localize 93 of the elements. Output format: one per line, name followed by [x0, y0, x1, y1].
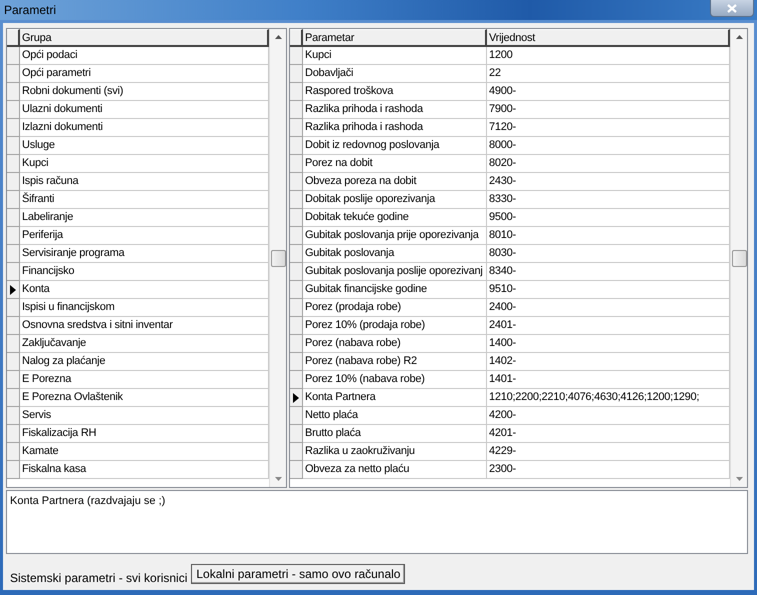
table-cell[interactable]: Zaključavanje [20, 335, 269, 353]
table-cell[interactable]: Gubitak poslovanja prije oporezivanja [303, 227, 487, 245]
table-cell[interactable]: Brutto plaća [303, 425, 487, 443]
description-box[interactable]: Konta Partnera (razdvajaju se ;) [6, 490, 748, 554]
table-cell[interactable]: 1401- [487, 371, 730, 389]
table-cell[interactable]: 8340- [487, 263, 730, 281]
table-cell[interactable]: Porez (prodaja robe) [303, 299, 487, 317]
table-cell[interactable]: 4201- [487, 425, 730, 443]
table-cell[interactable]: Gubitak financijske godine [303, 281, 487, 299]
column-header[interactable]: Vrijednost [487, 29, 730, 47]
table-cell[interactable]: 1210;2200;2210;4076;4630;4126;1200;1290; [487, 389, 730, 407]
table-cell[interactable]: 8020- [487, 155, 730, 173]
description-text: Konta Partnera (razdvajaju se ;) [10, 495, 166, 507]
table-cell[interactable]: 4900- [487, 83, 730, 101]
table-cell[interactable]: Razlika prihoda i rashoda [303, 119, 487, 137]
table-cell[interactable]: 9500- [487, 209, 730, 227]
table-cell[interactable]: 22 [487, 65, 730, 83]
table-cell[interactable]: Dobit iz redovnog poslovanja [303, 137, 487, 155]
table-cell[interactable]: 2400- [487, 299, 730, 317]
close-icon [727, 4, 737, 12]
table-cell[interactable]: Obveza za netto plaću [303, 461, 487, 479]
current-row-icon [293, 392, 299, 402]
table-cell[interactable]: Ulazni dokumenti [20, 101, 269, 119]
column-header[interactable]: Grupa [20, 29, 269, 47]
table-cell[interactable]: Konta Partnera [303, 389, 487, 407]
table-cell[interactable]: Servis [20, 407, 269, 425]
tab[interactable]: Lokalni parametri - samo ovo računalo [191, 564, 406, 584]
table-cell[interactable]: 4229- [487, 443, 730, 461]
table-cell[interactable]: Porez 10% (prodaja robe) [303, 317, 487, 335]
scrollbar[interactable] [269, 29, 286, 487]
table-cell[interactable]: Dobitak tekuće godine [303, 209, 487, 227]
row-indicator[interactable] [7, 281, 20, 299]
scroll-up-icon [736, 35, 742, 39]
table-cell[interactable]: Servisiranje programa [20, 245, 269, 263]
table-cell[interactable]: 1400- [487, 335, 730, 353]
table-cell[interactable]: E Porezna [20, 371, 269, 389]
table-cell[interactable]: Osnovna sredstva i sitni inventar [20, 317, 269, 335]
table-cell[interactable]: Opći parametri [20, 65, 269, 83]
table-cell[interactable]: Opći podaci [20, 47, 269, 65]
close-button[interactable] [710, 0, 754, 17]
table-cell[interactable]: Kupci [20, 155, 269, 173]
table-cell[interactable]: Razlika u zaokruživanju [303, 443, 487, 461]
table-cell[interactable]: Periferija [20, 227, 269, 245]
table-cell[interactable]: Porez 10% (nabava robe) [303, 371, 487, 389]
table-cell[interactable]: 8010- [487, 227, 730, 245]
table-cell[interactable]: 1402- [487, 353, 730, 371]
table-cell[interactable]: Nalog za plaćanje [20, 353, 269, 371]
table-cell[interactable]: Obveza poreza na dobit [303, 173, 487, 191]
table-cell[interactable]: Gubitak poslovanja poslije oporezivanj [303, 263, 487, 281]
table-cell[interactable]: 2401- [487, 317, 730, 335]
table-cell[interactable]: 4200- [487, 407, 730, 425]
table-cell[interactable]: 8030- [487, 245, 730, 263]
table-cell[interactable]: Dobavljači [303, 65, 487, 83]
scroll-down-icon [736, 477, 742, 481]
table-cell[interactable]: 2300- [487, 461, 730, 479]
table-cell[interactable]: Izlazni dokumenti [20, 119, 269, 137]
window-title: Parametri [4, 3, 56, 17]
row-indicator[interactable] [290, 389, 303, 407]
table-cell[interactable]: 8000- [487, 137, 730, 155]
scroll-up-icon [274, 35, 282, 39]
table-cell[interactable]: 8330- [487, 191, 730, 209]
table-cell[interactable]: Konta [20, 281, 269, 299]
table-cell[interactable]: 9510- [487, 281, 730, 299]
table-cell[interactable]: Ispis računa [20, 173, 269, 191]
table-cell[interactable]: Porez (nabava robe) [303, 335, 487, 353]
scroll-down-icon [274, 477, 282, 481]
table-cell[interactable]: Netto plaća [303, 407, 487, 425]
table-cell[interactable]: Fiskalna kasa [20, 461, 269, 479]
table-cell[interactable]: Usluge [20, 137, 269, 155]
table-cell[interactable]: Dobitak poslije oporezivanja [303, 191, 487, 209]
table-cell[interactable]: Robni dokumenti (svi) [20, 83, 269, 101]
scrollbar[interactable] [730, 29, 747, 487]
current-row-icon [10, 284, 16, 294]
table-cell[interactable]: Ispisi u financijskom [20, 299, 269, 317]
table-cell[interactable]: E Porezna Ovlaštenik [20, 389, 269, 407]
table-cell[interactable]: 7120- [487, 119, 730, 137]
scrollbar-thumb[interactable] [732, 250, 746, 266]
table-cell[interactable]: Porez (nabava robe) R2 [303, 353, 487, 371]
table-cell[interactable]: 2430- [487, 173, 730, 191]
table-cell[interactable]: Kupci [303, 47, 487, 65]
scrollbar-thumb[interactable] [270, 250, 286, 266]
table-cell[interactable]: Labeliranje [20, 209, 269, 227]
table-cell[interactable]: Fiskalizacija RH [20, 425, 269, 443]
table-cell[interactable]: Financijsko [20, 263, 269, 281]
table-cell[interactable]: Razlika prihoda i rashoda [303, 101, 487, 119]
table-cell[interactable]: Kamate [20, 443, 269, 461]
table-cell[interactable]: 7900- [487, 101, 730, 119]
table-cell[interactable]: Gubitak poslovanja [303, 245, 487, 263]
table-cell[interactable]: Šifranti [20, 191, 269, 209]
table-cell[interactable]: 1200 [487, 47, 730, 65]
column-header[interactable]: Parametar [303, 29, 487, 47]
table-cell[interactable]: Raspored troškova [303, 83, 487, 101]
table-cell[interactable]: Porez na dobit [303, 155, 487, 173]
